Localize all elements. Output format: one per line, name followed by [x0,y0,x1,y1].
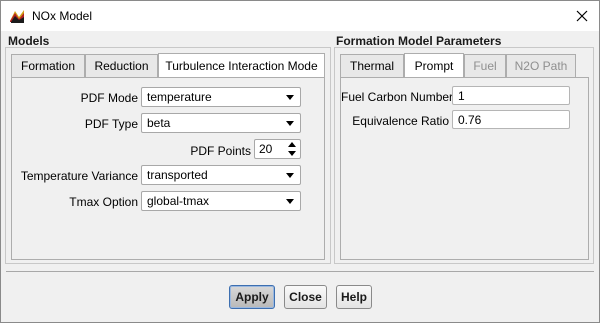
fuel-carbon-number-input[interactable]: 1 [452,86,570,105]
pdf-mode-label: PDF Mode [80,91,138,105]
chevron-down-icon [286,199,294,204]
equivalence-ratio-value: 0.76 [458,112,482,127]
tmax-option-label: Tmax Option [69,195,138,209]
chevron-down-icon [286,173,294,178]
temperature-variance-label: Temperature Variance [20,169,138,183]
tab-formation[interactable]: Formation [11,54,85,77]
pdf-type-label: PDF Type [84,117,138,131]
pdf-points-value: 20 [259,142,273,156]
temperature-variance-select[interactable]: transported [141,165,301,185]
chevron-down-icon [286,121,294,126]
pdf-mode-select[interactable]: temperature [141,87,301,107]
pdf-type-select[interactable]: beta [141,113,301,133]
spinner-arrows-icon[interactable] [288,142,297,156]
equivalence-ratio-label: Equivalence Ratio [352,114,449,128]
tmax-option-value: global-tmax [147,194,210,208]
apply-button[interactable]: Apply [229,285,275,309]
window-title: NOx Model [32,9,93,23]
temperature-variance-value: transported [147,168,208,182]
formation-params-section-title: Formation Model Parameters [336,34,502,48]
pdf-points-label: PDF Points [190,144,251,158]
fluent-app-icon [9,8,25,24]
pdf-type-value: beta [147,116,171,130]
tab-thermal[interactable]: Thermal [340,54,404,77]
tab-n2o-path: N2O Path [506,54,576,77]
pdf-points-spinner[interactable]: 20 [254,139,301,159]
equivalence-ratio-input[interactable]: 0.76 [452,110,570,129]
pdf-mode-value: temperature [147,90,212,104]
fuel-carbon-number-value: 1 [458,88,465,103]
close-button[interactable]: Close [284,285,327,309]
close-icon[interactable] [571,5,593,27]
tab-fuel: Fuel [464,54,506,77]
nox-model-dialog: NOx Model Models Formation Reduction Tur… [0,0,600,323]
tmax-option-select[interactable]: global-tmax [141,191,301,211]
fuel-carbon-number-label: Fuel Carbon Number [341,90,454,104]
models-section-title: Models [8,34,50,48]
title-bar: NOx Model [1,1,599,31]
chevron-down-icon [286,95,294,100]
tab-reduction[interactable]: Reduction [85,54,158,77]
help-button[interactable]: Help [336,285,372,309]
button-divider [6,271,594,272]
tab-turbulence-interaction-mode[interactable]: Turbulence Interaction Mode [158,53,325,77]
tab-prompt[interactable]: Prompt [404,53,464,77]
